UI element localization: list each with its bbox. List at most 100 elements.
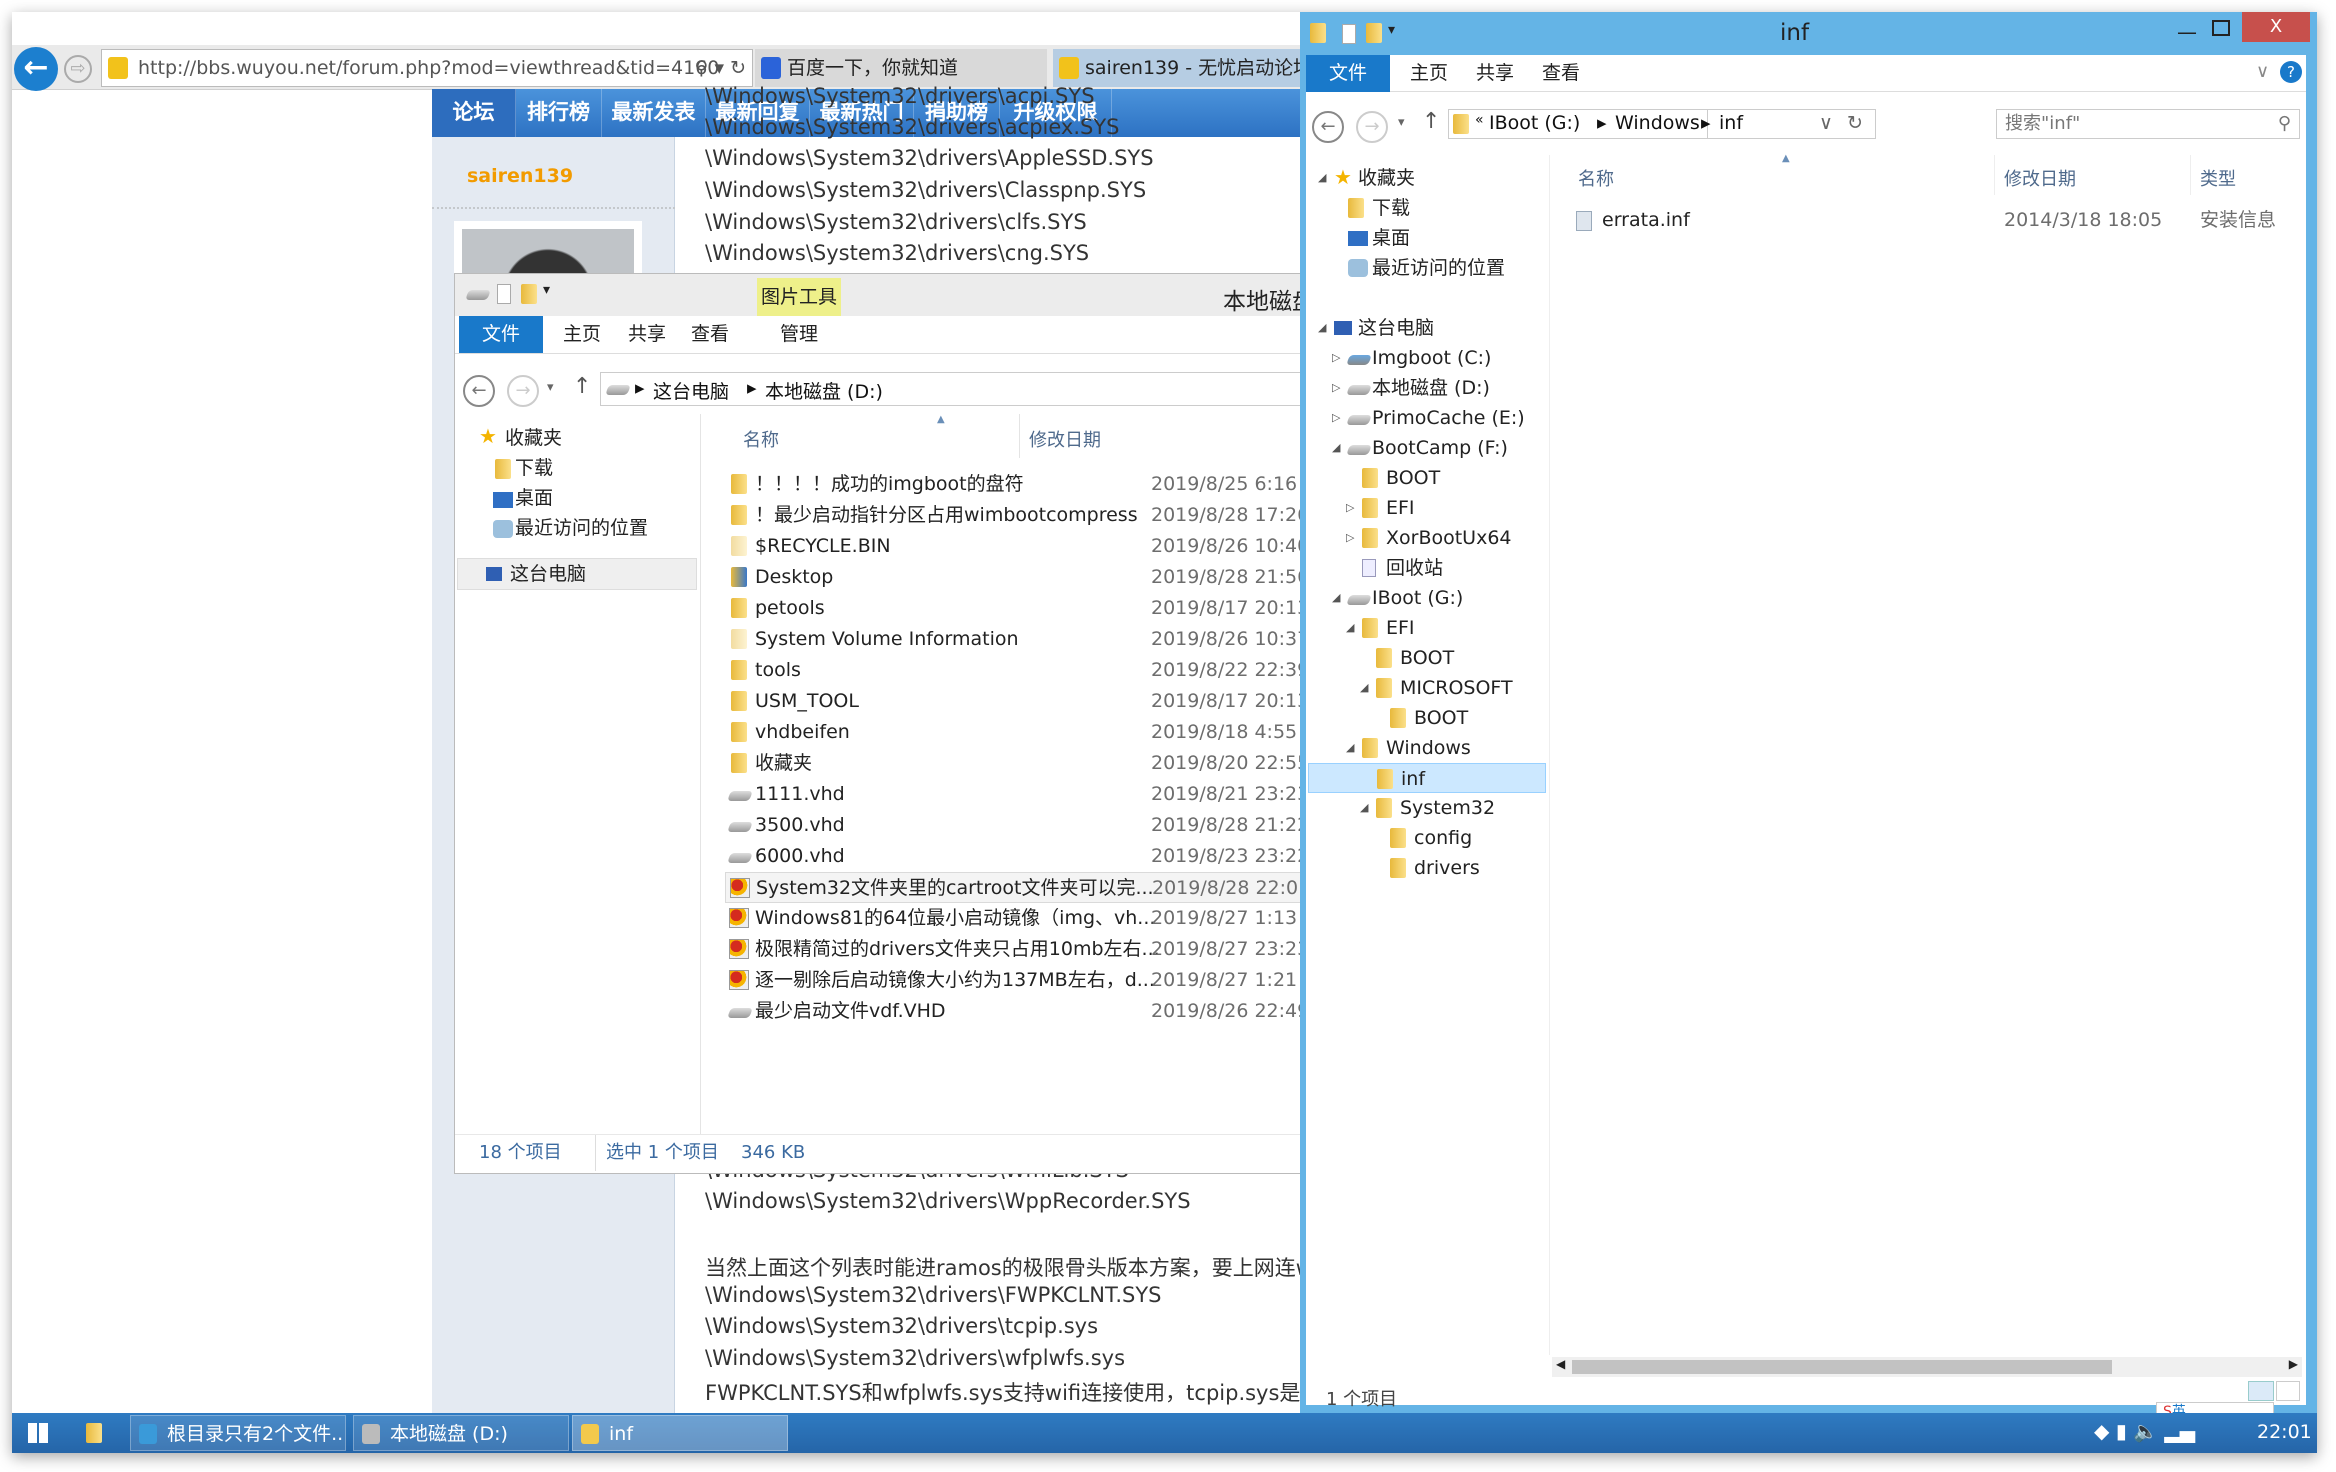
expand-arrow-icon[interactable]: ▷ (1332, 373, 1340, 403)
taskbar-button[interactable]: 本地磁盘 (D:) (353, 1415, 569, 1451)
tab-manage[interactable]: 管理 (757, 316, 841, 353)
file-row[interactable]: Desktop 2019/8/28 21:56 (725, 562, 1313, 593)
file-row[interactable]: vhdbeifen 2019/8/18 4:55 (725, 717, 1313, 748)
address-dropdown-icon[interactable]: ∨ (1819, 112, 1833, 134)
tab-share[interactable]: 共享 (617, 316, 677, 353)
large-icons-view-button[interactable] (2276, 1381, 2300, 1401)
file-row[interactable]: System32文件夹里的cartroot文件夹可以完... 2019/8/28 … (725, 872, 1313, 903)
start-button[interactable] (28, 1423, 48, 1443)
clock[interactable]: 22:01 (2257, 1421, 2312, 1443)
ime-toolbar[interactable]: S英 (2156, 1402, 2274, 1413)
file-row[interactable]: 逐一剔除后启动镜像大小约为137MB左右，d... 2019/8/27 1:21 (725, 965, 1313, 996)
help-icon[interactable]: ? (2280, 61, 2302, 83)
tree-item[interactable]: ◢ 这台电脑 (1308, 313, 1546, 343)
tab-view[interactable]: 查看 (1528, 55, 1594, 92)
search-input[interactable]: 搜索"inf" ⚲ (1996, 109, 2300, 139)
file-row[interactable]: 极限精简过的drivers文件夹只占用10mb左右... 2019/8/27 23… (725, 934, 1313, 965)
tab-forum[interactable]: sairen139 - 无忧启动论坛 (1053, 49, 1313, 87)
column-header-date[interactable]: 修改日期 (1029, 426, 1101, 452)
file-explorer-pin-icon[interactable] (86, 1423, 102, 1443)
close-button[interactable]: X (2242, 12, 2310, 42)
recent-dropdown-icon[interactable]: ▾ (1398, 115, 1405, 130)
file-row[interactable]: petools 2019/8/17 20:13 (725, 593, 1313, 624)
file-row[interactable]: ！！！！成功的imgboot的盘符 2019/8/25 6:16 (725, 469, 1313, 500)
scroll-right-icon[interactable]: ▶ (2289, 1357, 2298, 1371)
tab-view[interactable]: 查看 (677, 316, 743, 353)
collapse-arrow-icon[interactable]: ◢ (1360, 673, 1368, 703)
maximize-button[interactable] (2212, 20, 2230, 36)
tab-home[interactable]: 主页 (547, 316, 617, 353)
collapse-arrow-icon[interactable]: ◢ (1346, 733, 1354, 763)
file-row[interactable]: USM_TOOL 2019/8/17 20:13 (725, 686, 1313, 717)
column-divider[interactable] (2190, 155, 2191, 195)
scrollbar-thumb[interactable] (1572, 1360, 2112, 1374)
tree-item[interactable]: ▷ 本地磁盘 (D:) (1308, 373, 1546, 403)
quick-access-dropdown-icon[interactable]: ▾ (543, 282, 550, 298)
horizontal-scrollbar[interactable]: ◀ ▶ (1552, 1357, 2302, 1377)
search-refresh-icons[interactable]: ⚲ ▾ ↻ (695, 50, 746, 86)
tree-item[interactable]: ◢ MICROSOFT (1308, 673, 1546, 703)
file-row[interactable]: ！最少启动指针分区占用wimbootcompress 2019/8/28 17:2… (725, 500, 1313, 531)
new-folder-icon[interactable] (1366, 23, 1382, 43)
file-row[interactable]: tools 2019/8/22 22:39 (725, 655, 1313, 686)
breadcrumb-iboot[interactable]: IBoot (G:) (1489, 112, 1580, 134)
expand-arrow-icon[interactable]: ▷ (1346, 523, 1354, 553)
file-row[interactable]: errata.inf 2014/3/18 18:05 安装信息 (1572, 205, 2292, 236)
file-row[interactable]: 最少启动文件vdf.VHD 2019/8/26 22:49 (725, 996, 1313, 1027)
back-button[interactable]: ← (463, 375, 495, 407)
tree-item[interactable]: config (1308, 823, 1546, 853)
forward-button[interactable]: → (1356, 111, 1388, 143)
address-bar[interactable]: ▸ 这台电脑 ▸ 本地磁盘 (D:) (600, 372, 1313, 406)
up-arrow-icon[interactable]: ↑ (573, 374, 591, 399)
taskbar-button[interactable]: 根目录只有2个文件... (130, 1415, 346, 1451)
quick-access-dropdown-icon[interactable]: ▾ (1388, 22, 1395, 38)
column-header-type[interactable]: 类型 (2200, 165, 2236, 191)
tree-item[interactable]: ▷ EFI (1308, 493, 1546, 523)
refresh-icon[interactable]: ↻ (1847, 112, 1863, 134)
collapse-arrow-icon[interactable]: ◢ (1346, 613, 1354, 643)
tree-item[interactable]: BOOT (1308, 703, 1546, 733)
tree-item[interactable]: ◢ EFI (1308, 613, 1546, 643)
tree-item[interactable]: ▷ PrimoCache (E:) (1308, 403, 1546, 433)
nav-favorites[interactable]: 收藏夹 (505, 423, 562, 453)
tray-icons[interactable]: ◆ ▮ 🔈 ▂▄ (2094, 1419, 2195, 1443)
nav-downloads[interactable]: 下载 (515, 453, 553, 483)
new-file-icon[interactable] (497, 284, 511, 304)
tree-item[interactable]: ◢ Windows (1308, 733, 1546, 763)
new-file-icon[interactable] (1342, 24, 1356, 44)
taskbar-button[interactable]: inf (572, 1415, 788, 1451)
tab-baidu[interactable]: 百度一下，你就知道 (755, 49, 1047, 87)
new-folder-icon[interactable] (521, 284, 537, 304)
back-button[interactable]: ← (1312, 111, 1344, 143)
nav-recent-places[interactable]: 最近访问的位置 (515, 513, 648, 543)
tree-item[interactable]: 回收站 (1308, 553, 1546, 583)
column-divider[interactable] (1994, 155, 1995, 195)
tree-item[interactable]: 下载 (1308, 193, 1546, 223)
address-bar[interactable]: http://bbs.wuyou.net/forum.php?mod=viewt… (101, 49, 753, 87)
file-row[interactable]: 1111.vhd 2019/8/21 23:23 (725, 779, 1313, 810)
collapse-arrow-icon[interactable]: ◢ (1360, 793, 1368, 823)
tree-item[interactable]: ◢ BootCamp (F:) (1308, 433, 1546, 463)
file-row[interactable]: 收藏夹 2019/8/20 22:55 (725, 748, 1313, 779)
tree-item[interactable]: inf (1308, 763, 1546, 793)
forum-nav-item[interactable]: 排行榜 (516, 89, 602, 137)
forum-nav-item[interactable]: 最新发表 (602, 89, 706, 137)
expand-ribbon-icon[interactable]: ∨ (2256, 61, 2269, 82)
forward-button[interactable]: → (507, 375, 539, 407)
file-row[interactable]: $RECYCLE.BIN 2019/8/26 10:40 (725, 531, 1313, 562)
tree-item[interactable]: ◢ ★ 收藏夹 (1308, 163, 1546, 193)
address-bar[interactable]: « IBoot (G:) ▸ Windows ▸ inf ∨ ↻ (1448, 109, 1876, 139)
collapse-arrow-icon[interactable]: ◢ (1318, 313, 1326, 343)
tree-item[interactable]: 最近访问的位置 (1308, 253, 1546, 283)
column-divider[interactable] (1019, 414, 1020, 458)
breadcrumb-windows[interactable]: Windows (1615, 112, 1700, 134)
collapse-arrow-icon[interactable]: ◢ (1332, 583, 1340, 613)
forward-button[interactable]: ⇨ (64, 55, 92, 83)
scroll-left-icon[interactable]: ◀ (1556, 1357, 1565, 1371)
tree-item[interactable]: ◢ System32 (1308, 793, 1546, 823)
recent-dropdown-icon[interactable]: ▾ (547, 380, 554, 395)
nav-desktop[interactable]: 桌面 (515, 483, 553, 513)
column-header-name[interactable]: 名称 (1578, 165, 1614, 191)
collapse-arrow-icon[interactable]: ◢ (1332, 433, 1340, 463)
expand-arrow-icon[interactable]: ▷ (1332, 343, 1340, 373)
